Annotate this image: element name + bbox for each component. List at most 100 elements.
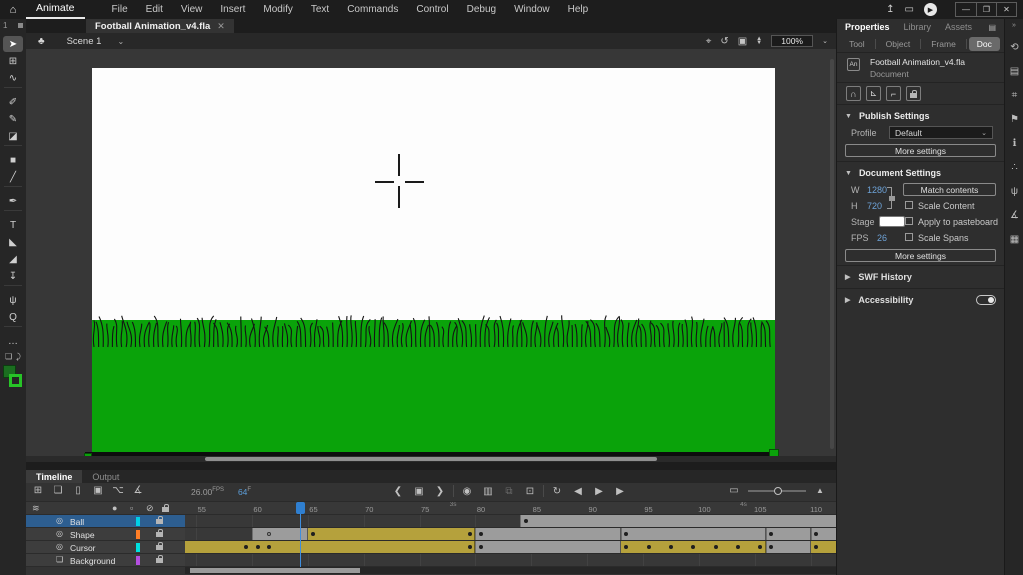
hand-tool[interactable]: ψ — [3, 292, 23, 308]
menu-insert[interactable]: Insert — [211, 4, 254, 15]
asset-warp-tool[interactable]: ↧ — [3, 268, 23, 284]
keyframe[interactable] — [668, 545, 673, 549]
timeline-frames[interactable] — [185, 515, 836, 567]
keyframe[interactable] — [479, 545, 483, 549]
keyframe[interactable] — [467, 532, 472, 536]
tab-properties[interactable]: Properties — [845, 22, 890, 32]
swap-colors-icon[interactable]: ⤸ — [16, 352, 21, 362]
layer-name[interactable]: Cursor — [70, 543, 96, 553]
panel-menu-icon[interactable]: ▤ — [988, 23, 996, 32]
center-frame-button[interactable]: ▣ — [411, 486, 427, 497]
keyframe[interactable] — [735, 545, 740, 549]
layer-row-shape[interactable]: ◎ Shape — [26, 528, 185, 541]
graph-editor-button[interactable]: ∡ — [130, 485, 146, 496]
frame-span[interactable] — [520, 515, 836, 527]
frames-row-background[interactable] — [185, 554, 836, 567]
accessibility-toggle[interactable] — [976, 295, 996, 305]
layers-stack-icon[interactable]: ≋ — [32, 503, 40, 514]
center-stage-icon[interactable]: ⌖ — [706, 36, 712, 47]
height-value[interactable]: 720 — [867, 201, 882, 211]
zoom-stepper[interactable]: ▲ ▼ — [756, 36, 762, 46]
loop-button[interactable]: ↻ — [549, 486, 565, 497]
motion-presets-icon[interactable]: ∴ — [1005, 155, 1023, 179]
app-brand[interactable]: Animate — [26, 0, 85, 19]
subtab-doc[interactable]: Doc — [968, 36, 1000, 51]
rectangle-tool[interactable]: ■ — [3, 152, 23, 168]
subtab-object[interactable]: Object — [878, 37, 919, 51]
layer-name[interactable]: Background — [70, 556, 115, 566]
layer-parenting-button[interactable]: ⌥ — [110, 485, 126, 496]
scrollbar-thumb[interactable] — [190, 568, 360, 573]
layer-row-ball[interactable]: ◎ Ball — [26, 515, 185, 528]
chevron-down-icon[interactable]: ⌄ — [117, 37, 124, 46]
lock-icon[interactable] — [156, 516, 163, 524]
eyedropper-tool[interactable]: ◢ — [3, 251, 23, 267]
subtab-frame[interactable]: Frame — [923, 37, 964, 51]
onion-outlines-button[interactable]: ▥ — [480, 486, 496, 497]
resize-timeline-icon[interactable]: ▭ — [726, 485, 742, 496]
tab-assets[interactable]: Assets — [945, 22, 972, 32]
menu-text[interactable]: Text — [302, 4, 338, 15]
tween-span[interactable] — [307, 528, 476, 540]
workspace-icon[interactable]: ▭ — [905, 4, 914, 15]
keyframe[interactable] — [479, 532, 483, 536]
lock-icon[interactable] — [156, 542, 163, 550]
new-folder-button[interactable]: ❏ — [50, 485, 66, 496]
stage-vertical-scrollbar[interactable] — [830, 59, 834, 449]
frames-row-shape[interactable] — [185, 528, 836, 541]
snap-grid-button[interactable]: ⌐ — [886, 86, 901, 101]
stage-color-swatch[interactable] — [879, 216, 905, 227]
layer-color-chip[interactable] — [136, 530, 140, 539]
edit-scene-icon[interactable]: ♣ — [38, 36, 45, 47]
menu-help[interactable]: Help — [559, 4, 598, 15]
snap-align-button[interactable]: ⊾ — [866, 86, 881, 101]
menu-file[interactable]: File — [103, 4, 137, 15]
publish-more-settings-button[interactable]: More settings — [845, 144, 996, 157]
keyframe[interactable] — [713, 545, 718, 549]
text-tool[interactable]: T — [3, 217, 23, 233]
apply-pasteboard-checkbox[interactable] — [905, 217, 913, 225]
fluid-brush-tool[interactable]: ✐ — [3, 94, 23, 110]
new-layer-button[interactable]: ⊞ — [30, 485, 46, 496]
zoom-timeline-icon[interactable]: ▲ — [812, 486, 828, 495]
puppet-panel-icon[interactable]: ψ — [1005, 179, 1023, 203]
document-settings-header[interactable]: ▼ Document Settings — [837, 162, 1004, 182]
tab-library[interactable]: Library — [904, 22, 932, 32]
frames-row-cursor[interactable] — [185, 541, 836, 554]
restore-button[interactable]: ❐ — [976, 3, 996, 16]
document-tab[interactable]: Football Animation_v4.fla ✕ — [86, 19, 234, 33]
keyframe[interactable] — [523, 519, 528, 523]
hide-all-icon[interactable]: ⊘ — [146, 503, 154, 514]
frame-picker-icon[interactable]: ⌗ — [1005, 83, 1023, 107]
swf-history-section[interactable]: ▶ SWF History — [837, 265, 1004, 288]
step-forward-button[interactable]: ▶ — [612, 486, 628, 497]
menu-debug[interactable]: Debug — [458, 4, 505, 15]
info-panel-icon[interactable]: ℹ — [1005, 131, 1023, 155]
menu-edit[interactable]: Edit — [137, 4, 172, 15]
layer-row-cursor[interactable]: ◎ Cursor — [26, 541, 185, 554]
classic-brush-tool[interactable]: ✎ — [3, 111, 23, 127]
history-graph-icon[interactable]: ∡ — [1005, 203, 1023, 227]
line-tool[interactable]: ╱ — [3, 169, 23, 185]
layer-color-chip[interactable] — [136, 517, 140, 526]
scale-spans-checkbox[interactable] — [905, 233, 913, 241]
scrollbar-thumb[interactable] — [205, 457, 657, 461]
lock-guides-button[interactable] — [906, 86, 921, 101]
frames-row-ball[interactable] — [185, 515, 836, 528]
keyframe[interactable] — [646, 545, 651, 549]
lock-icon[interactable] — [156, 555, 163, 563]
home-icon[interactable]: ⌂ — [0, 4, 26, 16]
keyframe[interactable] — [266, 545, 271, 549]
tab-timeline[interactable]: Timeline — [26, 470, 83, 483]
components-panel-icon[interactable]: ▦ — [1005, 227, 1023, 251]
menu-commands[interactable]: Commands — [338, 4, 407, 15]
share-icon[interactable]: ↥ — [886, 4, 894, 15]
lock-all-icon[interactable] — [162, 504, 169, 512]
onion-skin-button[interactable]: ◉ — [459, 486, 475, 497]
menu-window[interactable]: Window — [505, 4, 559, 15]
lasso-tool[interactable]: ∿ — [3, 70, 23, 86]
frame-span[interactable] — [475, 541, 621, 553]
stage-area[interactable] — [26, 49, 836, 462]
close-tab-icon[interactable]: ✕ — [217, 21, 225, 32]
zoom-chevron-icon[interactable]: ⌄ — [822, 37, 828, 45]
